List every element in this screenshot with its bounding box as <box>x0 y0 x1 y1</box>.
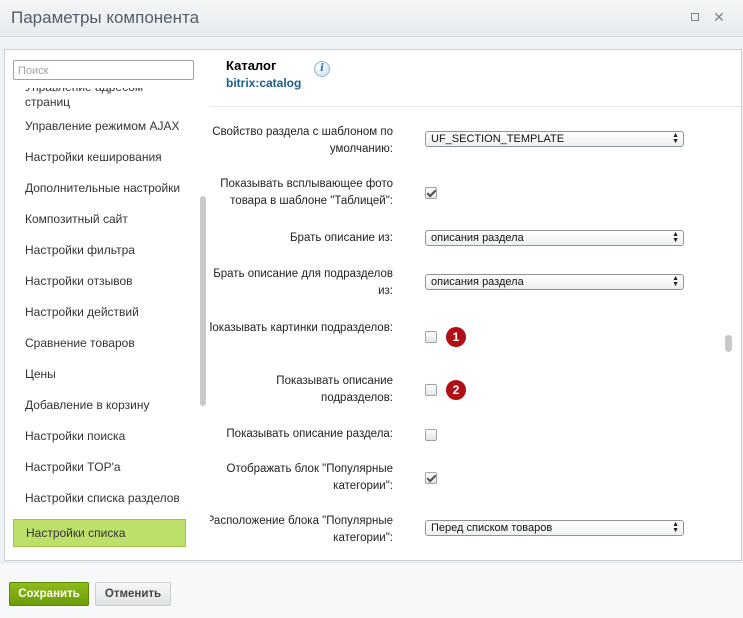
field-label: Брать описание из: <box>290 232 393 244</box>
info-icon[interactable]: i <box>314 61 330 77</box>
sidebar-list: Управление адресом страниц Управление ре… <box>5 88 198 560</box>
sidebar-item-label: Настройки поиска <box>25 429 126 443</box>
form-scrollbar[interactable] <box>725 335 732 352</box>
dialog-body: Поиск Управление адресом страниц Управле… <box>0 37 743 562</box>
field-label: Брать описание для подразделов из: <box>213 268 393 297</box>
sidebar-item-label: Настройки TOP'a <box>25 460 121 474</box>
field-label: Показывать описание подразделов: <box>276 375 393 404</box>
subsection-pictures-checkbox[interactable] <box>425 331 437 343</box>
field-label: Свойство раздела с шаблоном по умолчанию… <box>212 126 393 155</box>
sidebar-item-label: Настройки списка <box>26 526 126 540</box>
sidebar-item-label: Композитный сайт <box>25 212 128 226</box>
sidebar-item-url-management[interactable]: Управление адресом страниц <box>13 88 186 109</box>
cancel-button[interactable]: Отменить <box>95 582 171 606</box>
sidebar-item-label: Сравнение товаров <box>25 336 135 350</box>
sidebar-item-label: Настройки отзывов <box>25 274 133 288</box>
select-arrows-icon: ▲ ▼ <box>672 231 679 244</box>
maximize-icon[interactable] <box>689 11 701 23</box>
sidebar-item-label: Дополнительные настройки <box>25 181 181 195</box>
field-label: Расположение блока "Популярные категории… <box>210 515 393 544</box>
annotation-badge: 1 <box>446 327 466 347</box>
popular-categories-checkbox[interactable] <box>425 472 437 484</box>
sidebar-item-label: Настройки действий <box>25 305 139 319</box>
popup-photo-checkbox[interactable] <box>425 187 437 199</box>
sidebar-scrollbar[interactable] <box>200 196 206 406</box>
select-value: Перед списком товаров <box>431 522 553 534</box>
component-header: Каталог bitrix:catalog i <box>210 50 741 107</box>
dialog-footer: Сохранить Отменить <box>0 562 743 618</box>
subsection-description-checkbox[interactable] <box>425 384 437 396</box>
sidebar-item-search[interactable]: Настройки поиска <box>13 429 186 457</box>
component-id: bitrix:catalog <box>226 76 302 90</box>
sidebar-item-composite[interactable]: Композитный сайт <box>13 212 186 240</box>
sidebar-item-reviews[interactable]: Настройки отзывов <box>13 274 186 302</box>
sidebar-item-label: Управление режимом AJAX <box>25 119 180 133</box>
field-label: Показывать картинки подразделов: <box>210 322 393 334</box>
subsection-description-select[interactable]: описания раздела ▲ ▼ <box>425 274 684 290</box>
annotation-badge: 2 <box>446 380 466 400</box>
window-title: Параметры компонента <box>11 8 200 27</box>
description-source-select[interactable]: описания раздела ▲ ▼ <box>425 230 684 246</box>
close-icon[interactable]: ✕ <box>713 10 725 24</box>
sidebar-item-label: Настройки списка разделов <box>25 491 180 505</box>
section-template-select[interactable]: UF_SECTION_TEMPLATE ▲ ▼ <box>425 131 684 147</box>
sidebar-item-label: Добавление в корзину <box>25 398 150 412</box>
select-value: UF_SECTION_TEMPLATE <box>431 133 565 145</box>
sidebar-item-label: Настройки кеширования <box>25 150 162 164</box>
sidebar-item-basket[interactable]: Добавление в корзину <box>13 398 186 426</box>
save-button[interactable]: Сохранить <box>9 582 89 606</box>
settings-form: Свойство раздела с шаблоном по умолчанию… <box>210 110 720 560</box>
select-value: описания раздела <box>431 232 524 244</box>
sidebar-item-actions[interactable]: Настройки действий <box>13 305 186 333</box>
sidebar-item-additional[interactable]: Дополнительные настройки <box>13 181 186 209</box>
sidebar-item-section-list[interactable]: Настройки списка разделов <box>13 491 186 519</box>
popular-position-select[interactable]: Перед списком товаров ▲ ▼ <box>425 520 684 536</box>
sidebar-item-ajax[interactable]: Управление режимом AJAX <box>13 119 186 147</box>
sidebar-item-top[interactable]: Настройки TOP'a <box>13 460 186 488</box>
section-description-checkbox[interactable] <box>425 429 437 441</box>
sidebar-item-filter[interactable]: Настройки фильтра <box>13 243 186 271</box>
field-label: Показывать описание раздела: <box>226 428 393 440</box>
search-input[interactable]: Поиск <box>13 60 194 80</box>
field-label: Отображать блок "Популярные категории": <box>226 463 394 492</box>
sidebar-item-label: Настройки фильтра <box>25 243 135 257</box>
sidebar: Поиск Управление адресом страниц Управле… <box>4 49 211 561</box>
select-arrows-icon: ▲ ▼ <box>672 275 679 288</box>
sidebar-item-label: Цены <box>25 367 56 381</box>
component-name: Каталог <box>226 58 277 73</box>
select-arrows-icon: ▲ ▼ <box>672 521 679 534</box>
sidebar-item-cache[interactable]: Настройки кеширования <box>13 150 186 178</box>
window-titlebar: Параметры компонента ✕ <box>0 0 743 37</box>
sidebar-item-compare[interactable]: Сравнение товаров <box>13 336 186 364</box>
field-label: Показывать всплывающее фото товара в шаб… <box>220 178 393 207</box>
sidebar-item-list-settings[interactable]: Настройки списка <box>13 519 186 547</box>
select-arrows-icon: ▲ ▼ <box>672 132 679 145</box>
sidebar-item-prices[interactable]: Цены <box>13 367 186 395</box>
settings-panel: Каталог bitrix:catalog i Свойство раздел… <box>210 49 742 561</box>
select-value: описания раздела <box>431 276 524 288</box>
sidebar-item-label: Управление адресом страниц <box>25 88 143 109</box>
